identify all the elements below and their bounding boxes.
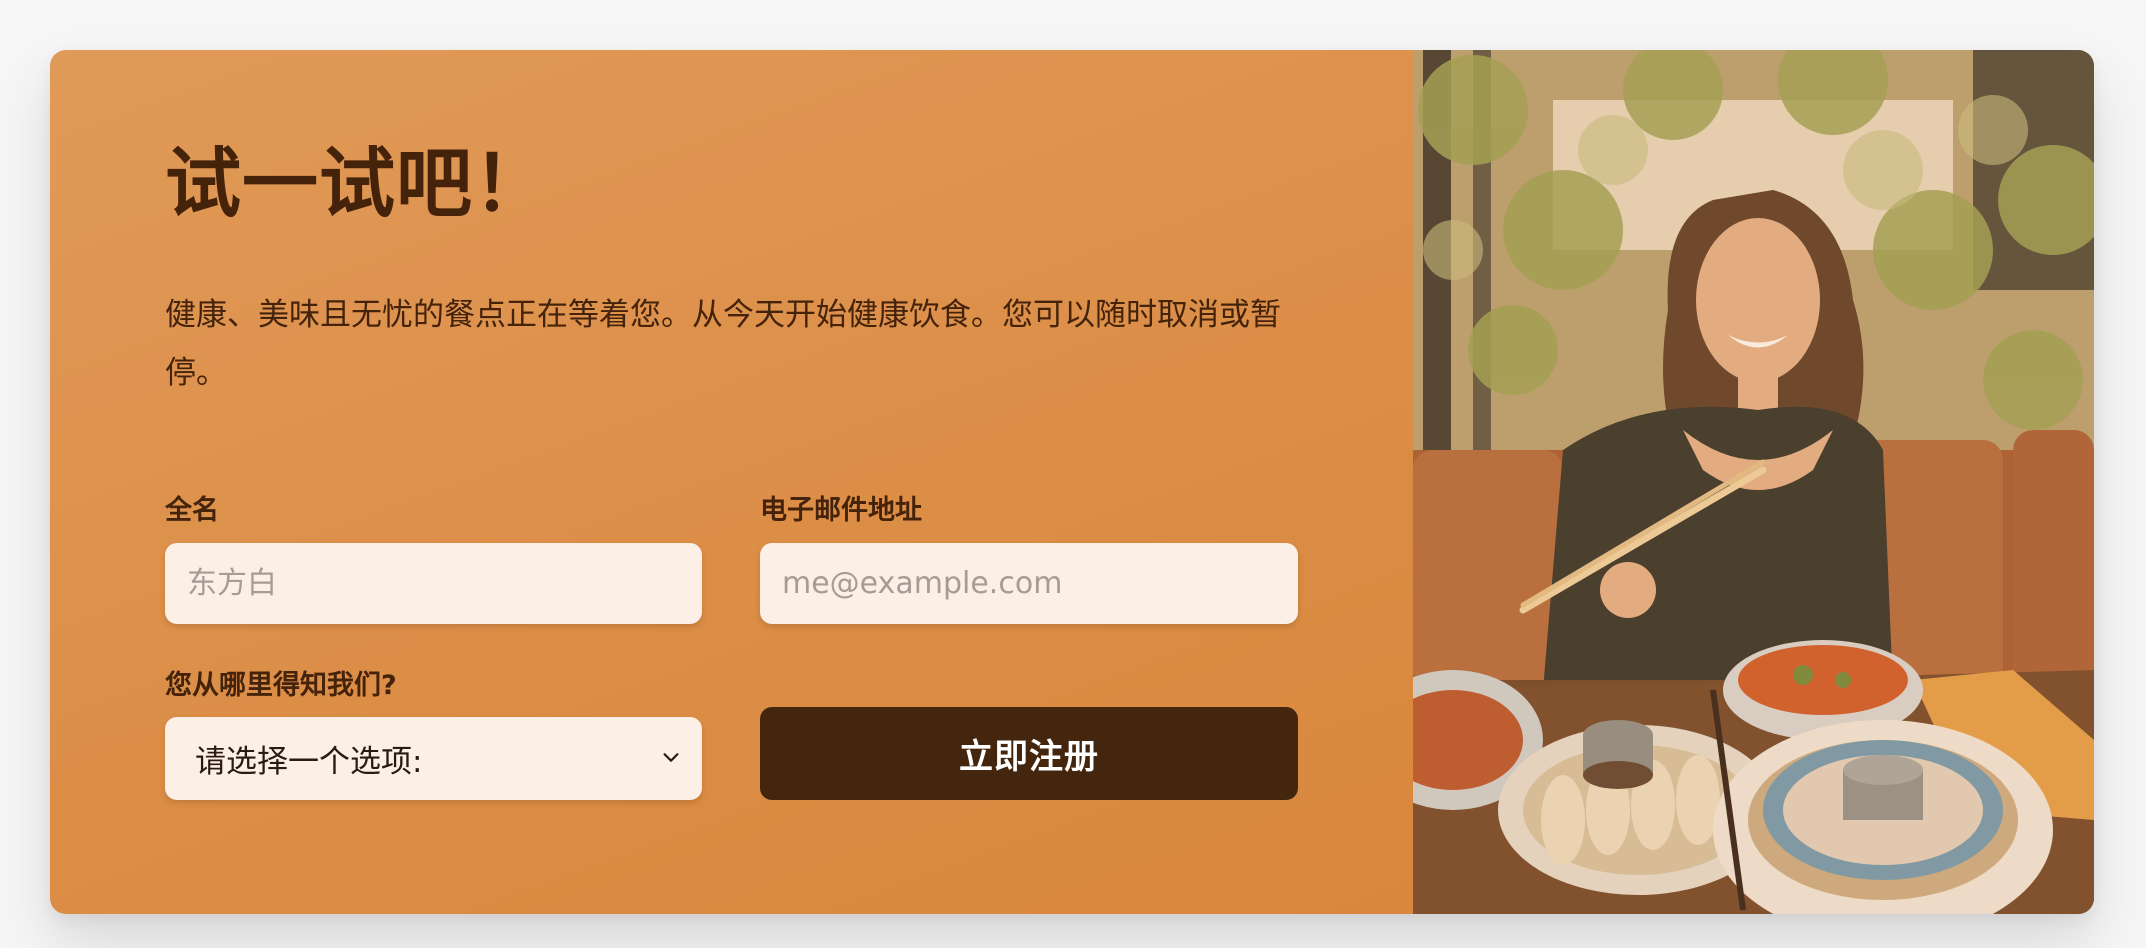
signup-button[interactable]: 立即注册 <box>760 707 1298 800</box>
form-description: 健康、美味且无忧的餐点正在等着您。从今天开始健康饮食。您可以随时取消或暂停。 <box>165 297 1281 391</box>
hero-photo <box>1413 50 2094 914</box>
email-label: 电子邮件地址 <box>760 495 922 526</box>
form-title: 试一试吧！ <box>165 139 550 228</box>
email-input[interactable] <box>760 543 1298 624</box>
full-name-input[interactable] <box>165 543 702 624</box>
chevron-down-icon <box>660 746 682 772</box>
source-select[interactable]: 请选择一个选项: <box>165 717 702 800</box>
signup-form-panel: 试一试吧！ 健康、美味且无忧的餐点正在等着您。从今天开始健康饮食。您可以随时取消… <box>50 50 1413 914</box>
source-label: 您从哪里得知我们? <box>165 670 397 701</box>
full-name-label: 全名 <box>165 495 219 526</box>
signup-card: 试一试吧！ 健康、美味且无忧的餐点正在等着您。从今天开始健康饮食。您可以随时取消… <box>50 50 2094 914</box>
source-select-value: 请选择一个选项: <box>195 744 423 780</box>
